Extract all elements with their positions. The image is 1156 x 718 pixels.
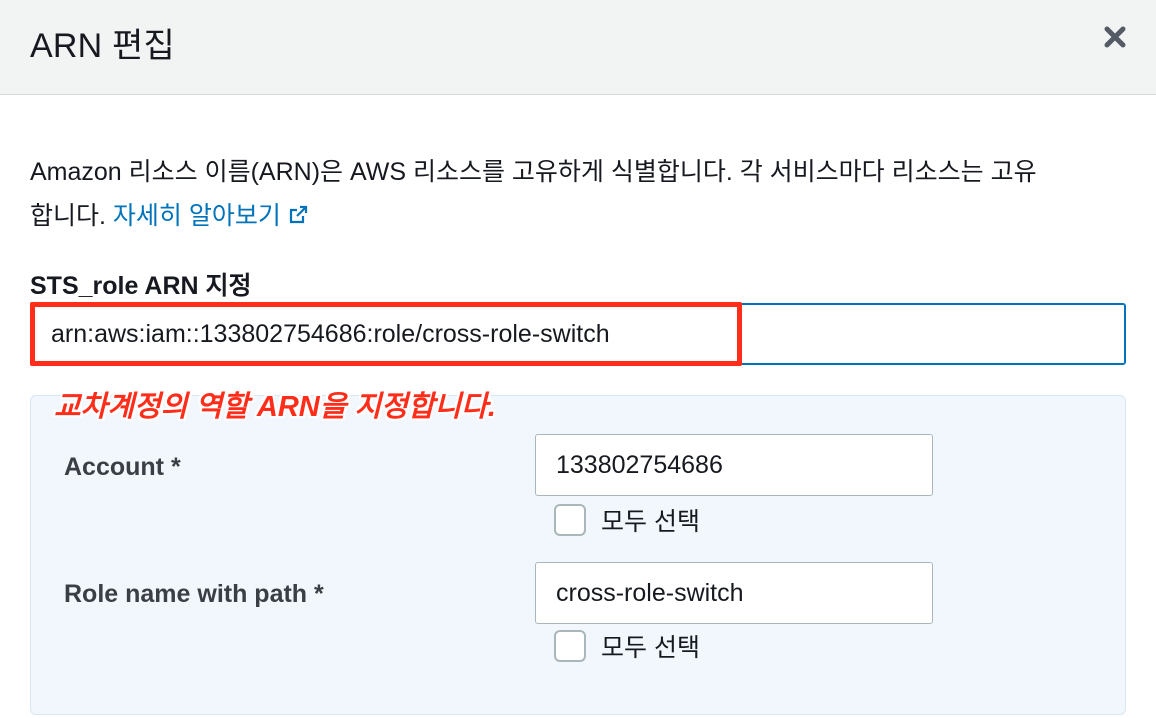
description-line2: 합니다. 자세히 알아보기 bbox=[30, 194, 1150, 238]
close-button[interactable] bbox=[1100, 22, 1130, 52]
annotation-text: 교차계정의 역할 ARN을 지정합니다. bbox=[54, 391, 496, 423]
role-name-select-all[interactable]: 모두 선택 bbox=[554, 628, 700, 664]
description: Amazon 리소스 이름(ARN)은 AWS 리소스를 고유하게 식별합니다.… bbox=[30, 150, 1150, 238]
account-label: Account * bbox=[64, 453, 181, 481]
description-line1: Amazon 리소스 이름(ARN)은 AWS 리소스를 고유하게 식별합니다.… bbox=[30, 158, 1037, 186]
account-select-all-label: 모두 선택 bbox=[601, 508, 700, 536]
arn-field-label: STS_role ARN 지정 bbox=[30, 272, 252, 300]
account-select-all-checkbox[interactable] bbox=[554, 504, 586, 536]
dialog-title: ARN 편집 bbox=[30, 27, 175, 65]
role-name-select-all-checkbox[interactable] bbox=[554, 630, 586, 662]
description-prefix: 합니다. bbox=[30, 202, 113, 230]
role-name-input[interactable] bbox=[535, 562, 933, 624]
close-icon bbox=[1104, 26, 1126, 48]
account-input[interactable] bbox=[535, 434, 933, 496]
role-name-label: Role name with path * bbox=[64, 580, 324, 608]
dialog-header: ARN 편집 bbox=[0, 0, 1156, 95]
external-link-icon bbox=[289, 205, 307, 224]
learn-more-link[interactable]: 자세히 알아보기 bbox=[113, 202, 309, 230]
account-select-all[interactable]: 모두 선택 bbox=[554, 502, 700, 538]
arn-input[interactable] bbox=[30, 303, 1126, 365]
role-name-select-all-label: 모두 선택 bbox=[601, 634, 700, 662]
learn-more-label: 자세히 알아보기 bbox=[112, 202, 281, 230]
